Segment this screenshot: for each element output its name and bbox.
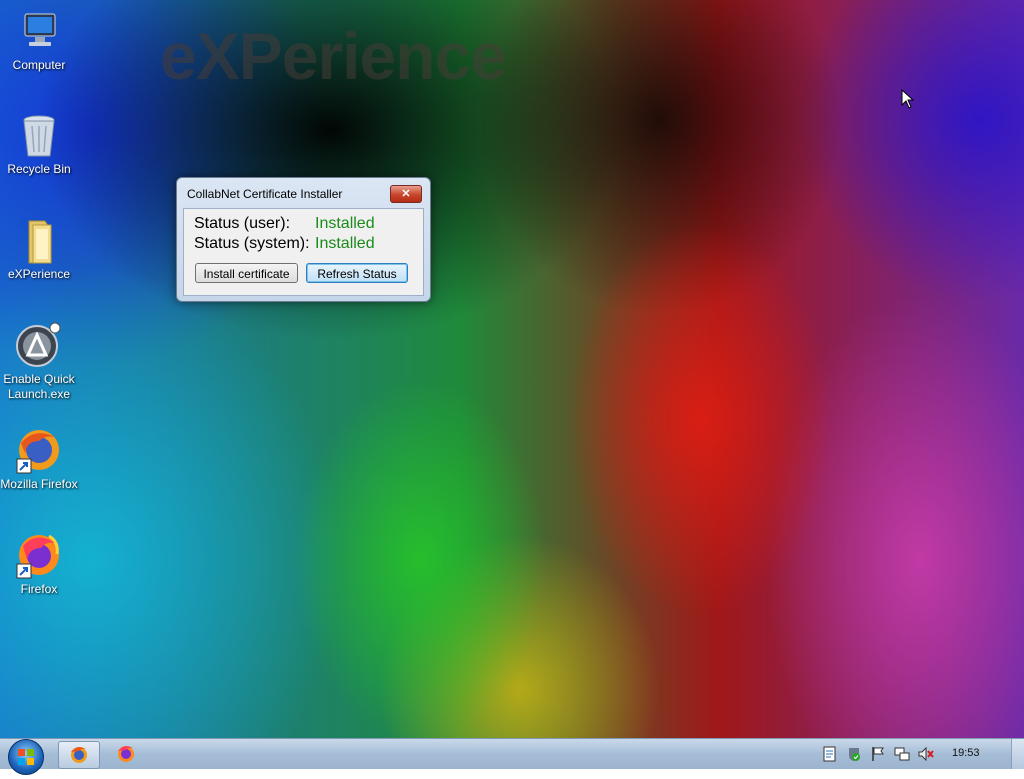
desktop-icon-enable-quick-launch[interactable]: Enable Quick Launch.exe xyxy=(0,322,78,402)
taskbar: 19:53 xyxy=(0,738,1024,775)
clock[interactable]: 19:53 xyxy=(952,747,980,759)
system-status-label: Status (system): xyxy=(194,235,310,252)
taskbar-button-firefox[interactable] xyxy=(58,741,100,769)
firefox-icon xyxy=(118,746,134,762)
desktop-icon-firefox[interactable]: Firefox xyxy=(0,532,78,597)
firefox-icon xyxy=(71,747,87,763)
folder-icon xyxy=(15,217,63,265)
action-center-icon[interactable] xyxy=(822,746,838,762)
firefox-icon xyxy=(15,532,63,580)
desktop-icon-label: eXPerience xyxy=(7,267,71,281)
dialog-title: CollabNet Certificate Installer xyxy=(187,187,343,201)
firefox-icon xyxy=(15,427,63,475)
desktop-icon-label: Firefox xyxy=(20,582,58,596)
network-icon[interactable] xyxy=(894,746,910,762)
desktop-icon-label: Mozilla Firefox xyxy=(0,477,78,491)
close-button[interactable]: ✕ xyxy=(390,185,422,203)
desktop-icon-experience-folder[interactable]: eXPerience xyxy=(0,217,78,282)
security-shield-icon[interactable] xyxy=(846,746,862,762)
certificate-installer-dialog: CollabNet Certificate Installer ✕ Status… xyxy=(176,177,431,302)
desktop-icon-label: Computer xyxy=(12,58,66,72)
mouse-cursor-icon xyxy=(901,88,915,114)
system-status-row: Status (system): Installed xyxy=(194,235,375,253)
recycle-bin-icon xyxy=(15,112,63,160)
desktop-icon-label: Enable Quick Launch.exe xyxy=(3,372,75,401)
computer-icon xyxy=(15,8,63,56)
install-certificate-button[interactable]: Install certificate xyxy=(195,263,298,283)
quick-launch-app-icon xyxy=(15,322,63,370)
close-icon: ✕ xyxy=(401,188,411,200)
desktop: eXPerience Computer Recycle Bin eXPerien… xyxy=(0,0,1024,738)
taskbar-button-firefox[interactable] xyxy=(106,741,146,767)
desktop-icon-label: Recycle Bin xyxy=(7,162,71,176)
refresh-status-button[interactable]: Refresh Status xyxy=(306,263,408,283)
flag-icon[interactable] xyxy=(870,746,886,762)
volume-muted-icon[interactable] xyxy=(918,746,934,762)
windows-logo-icon xyxy=(18,749,34,765)
user-status-label: Status (user): xyxy=(194,215,291,232)
show-desktop-button[interactable] xyxy=(1011,739,1024,769)
user-status-row: Status (user): Installed xyxy=(194,215,375,233)
windows-start-icon[interactable] xyxy=(8,739,44,775)
desktop-icon-computer[interactable]: Computer xyxy=(0,8,78,73)
desktop-icon-recycle-bin[interactable]: Recycle Bin xyxy=(0,112,78,177)
system-status-value: Installed xyxy=(315,235,375,252)
wallpaper-watermark: eXPerience xyxy=(160,19,507,93)
desktop-icon-mozilla-firefox[interactable]: Mozilla Firefox xyxy=(0,427,78,492)
user-status-value: Installed xyxy=(315,215,375,232)
dialog-body: Status (user): Installed Status (system):… xyxy=(183,208,424,296)
